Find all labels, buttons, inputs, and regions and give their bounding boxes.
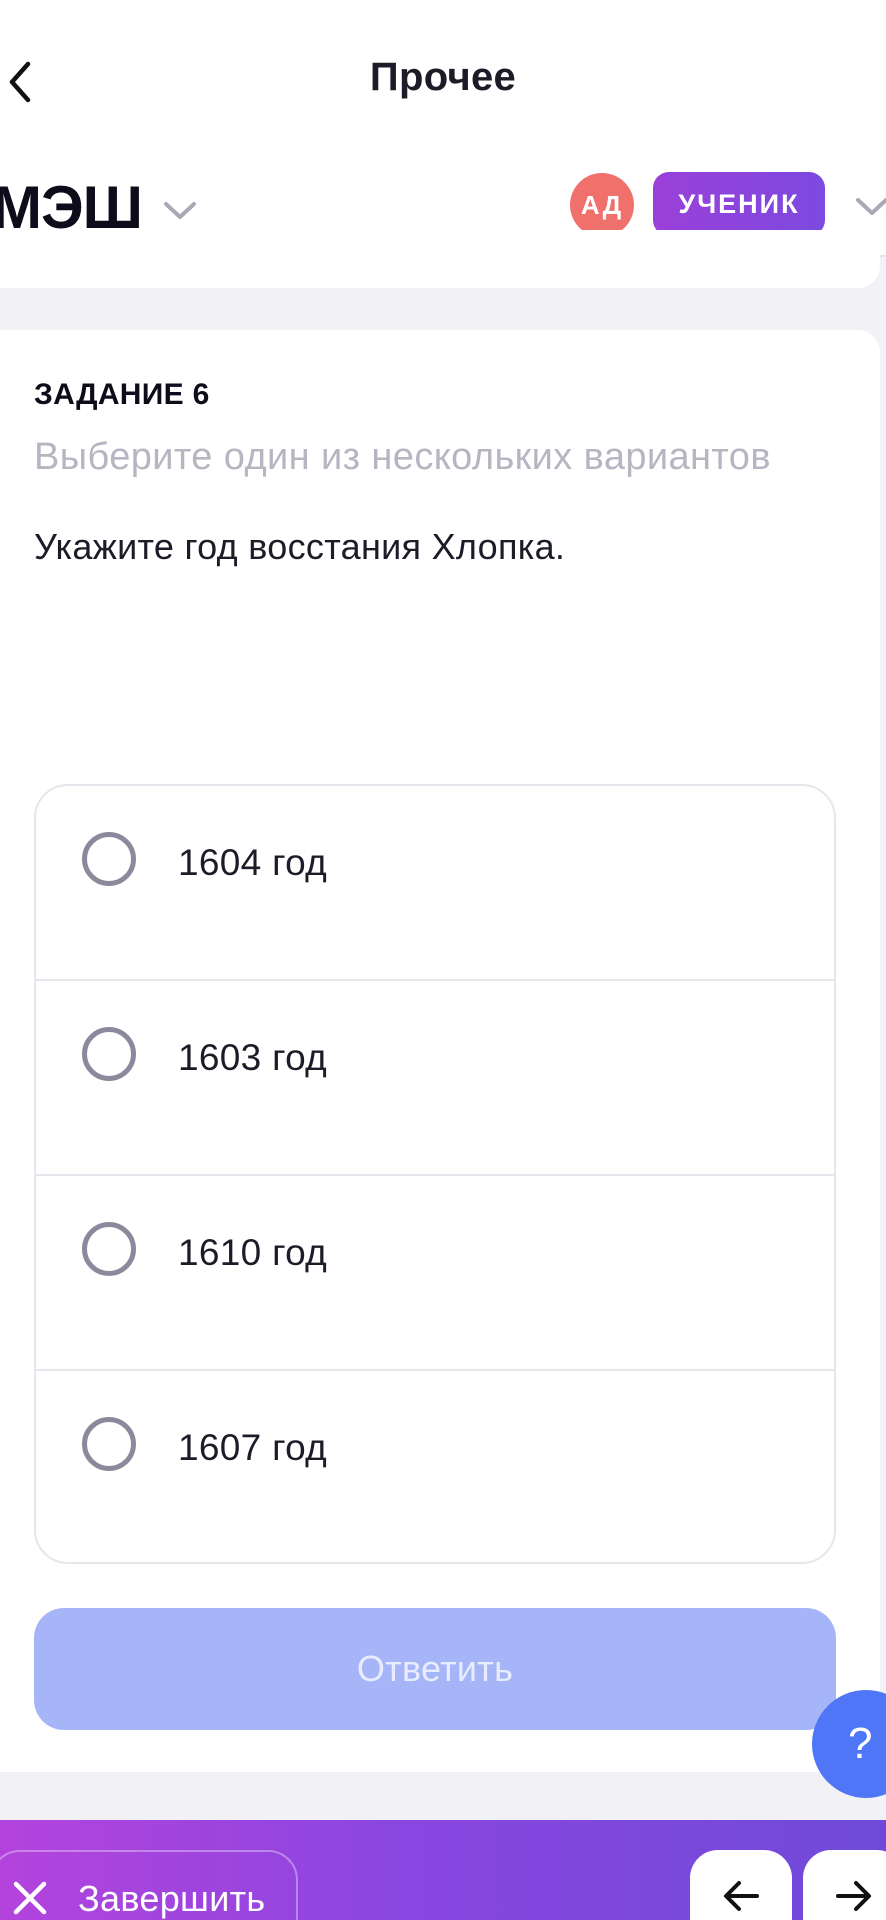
bottom-bar: Завершить [0,1820,886,1920]
answer-option[interactable]: 1607 год [36,1371,834,1562]
submit-answer-button[interactable]: Ответить [34,1608,836,1730]
arrow-left-icon [724,1881,759,1911]
chevron-left-icon [9,61,31,103]
avatar[interactable]: АД [570,173,634,237]
arrow-right-icon [836,1881,871,1911]
finish-label: Завершить [78,1878,266,1919]
next-task-button[interactable] [803,1850,886,1920]
radio-button[interactable] [82,832,136,886]
option-label: 1607 год [178,1427,328,1468]
previous-task-button[interactable] [690,1850,792,1920]
close-icon [13,1881,47,1915]
top-navigation-bar: Прочее [0,0,886,165]
task-number: ЗАДАНИЕ 6 [34,378,210,411]
radio-button[interactable] [82,1027,136,1081]
finish-button[interactable]: Завершить [0,1850,298,1920]
answer-option[interactable]: 1610 год [36,1176,834,1371]
answer-option[interactable]: 1603 год [36,981,834,1176]
task-card: ЗАДАНИЕ 6 Выберите один из нескольких ва… [0,330,880,1772]
option-label: 1604 год [178,842,328,883]
radio-button[interactable] [82,1222,136,1276]
answer-options: 1604 год 1603 год 1610 год 1607 год [34,784,836,1564]
page-title: Прочее [369,55,517,99]
chevron-down-icon [856,198,886,215]
task-question: Укажите год восстания Хлопка. [34,526,566,567]
task-hint: Выберите один из нескольких вариантов [34,436,771,478]
chevron-down-icon [164,202,196,219]
option-label: 1603 год [178,1037,328,1078]
answer-option[interactable]: 1604 год [36,786,834,981]
option-label: 1610 год [178,1232,328,1273]
radio-button[interactable] [82,1417,136,1471]
previous-card [0,230,880,288]
back-button[interactable] [0,52,40,112]
role-badge[interactable]: УЧЕНИК [653,172,825,236]
profile-menu-button[interactable] [854,189,886,225]
question-mark-icon: ? [848,1719,873,1768]
app-switcher-button[interactable] [162,193,198,229]
